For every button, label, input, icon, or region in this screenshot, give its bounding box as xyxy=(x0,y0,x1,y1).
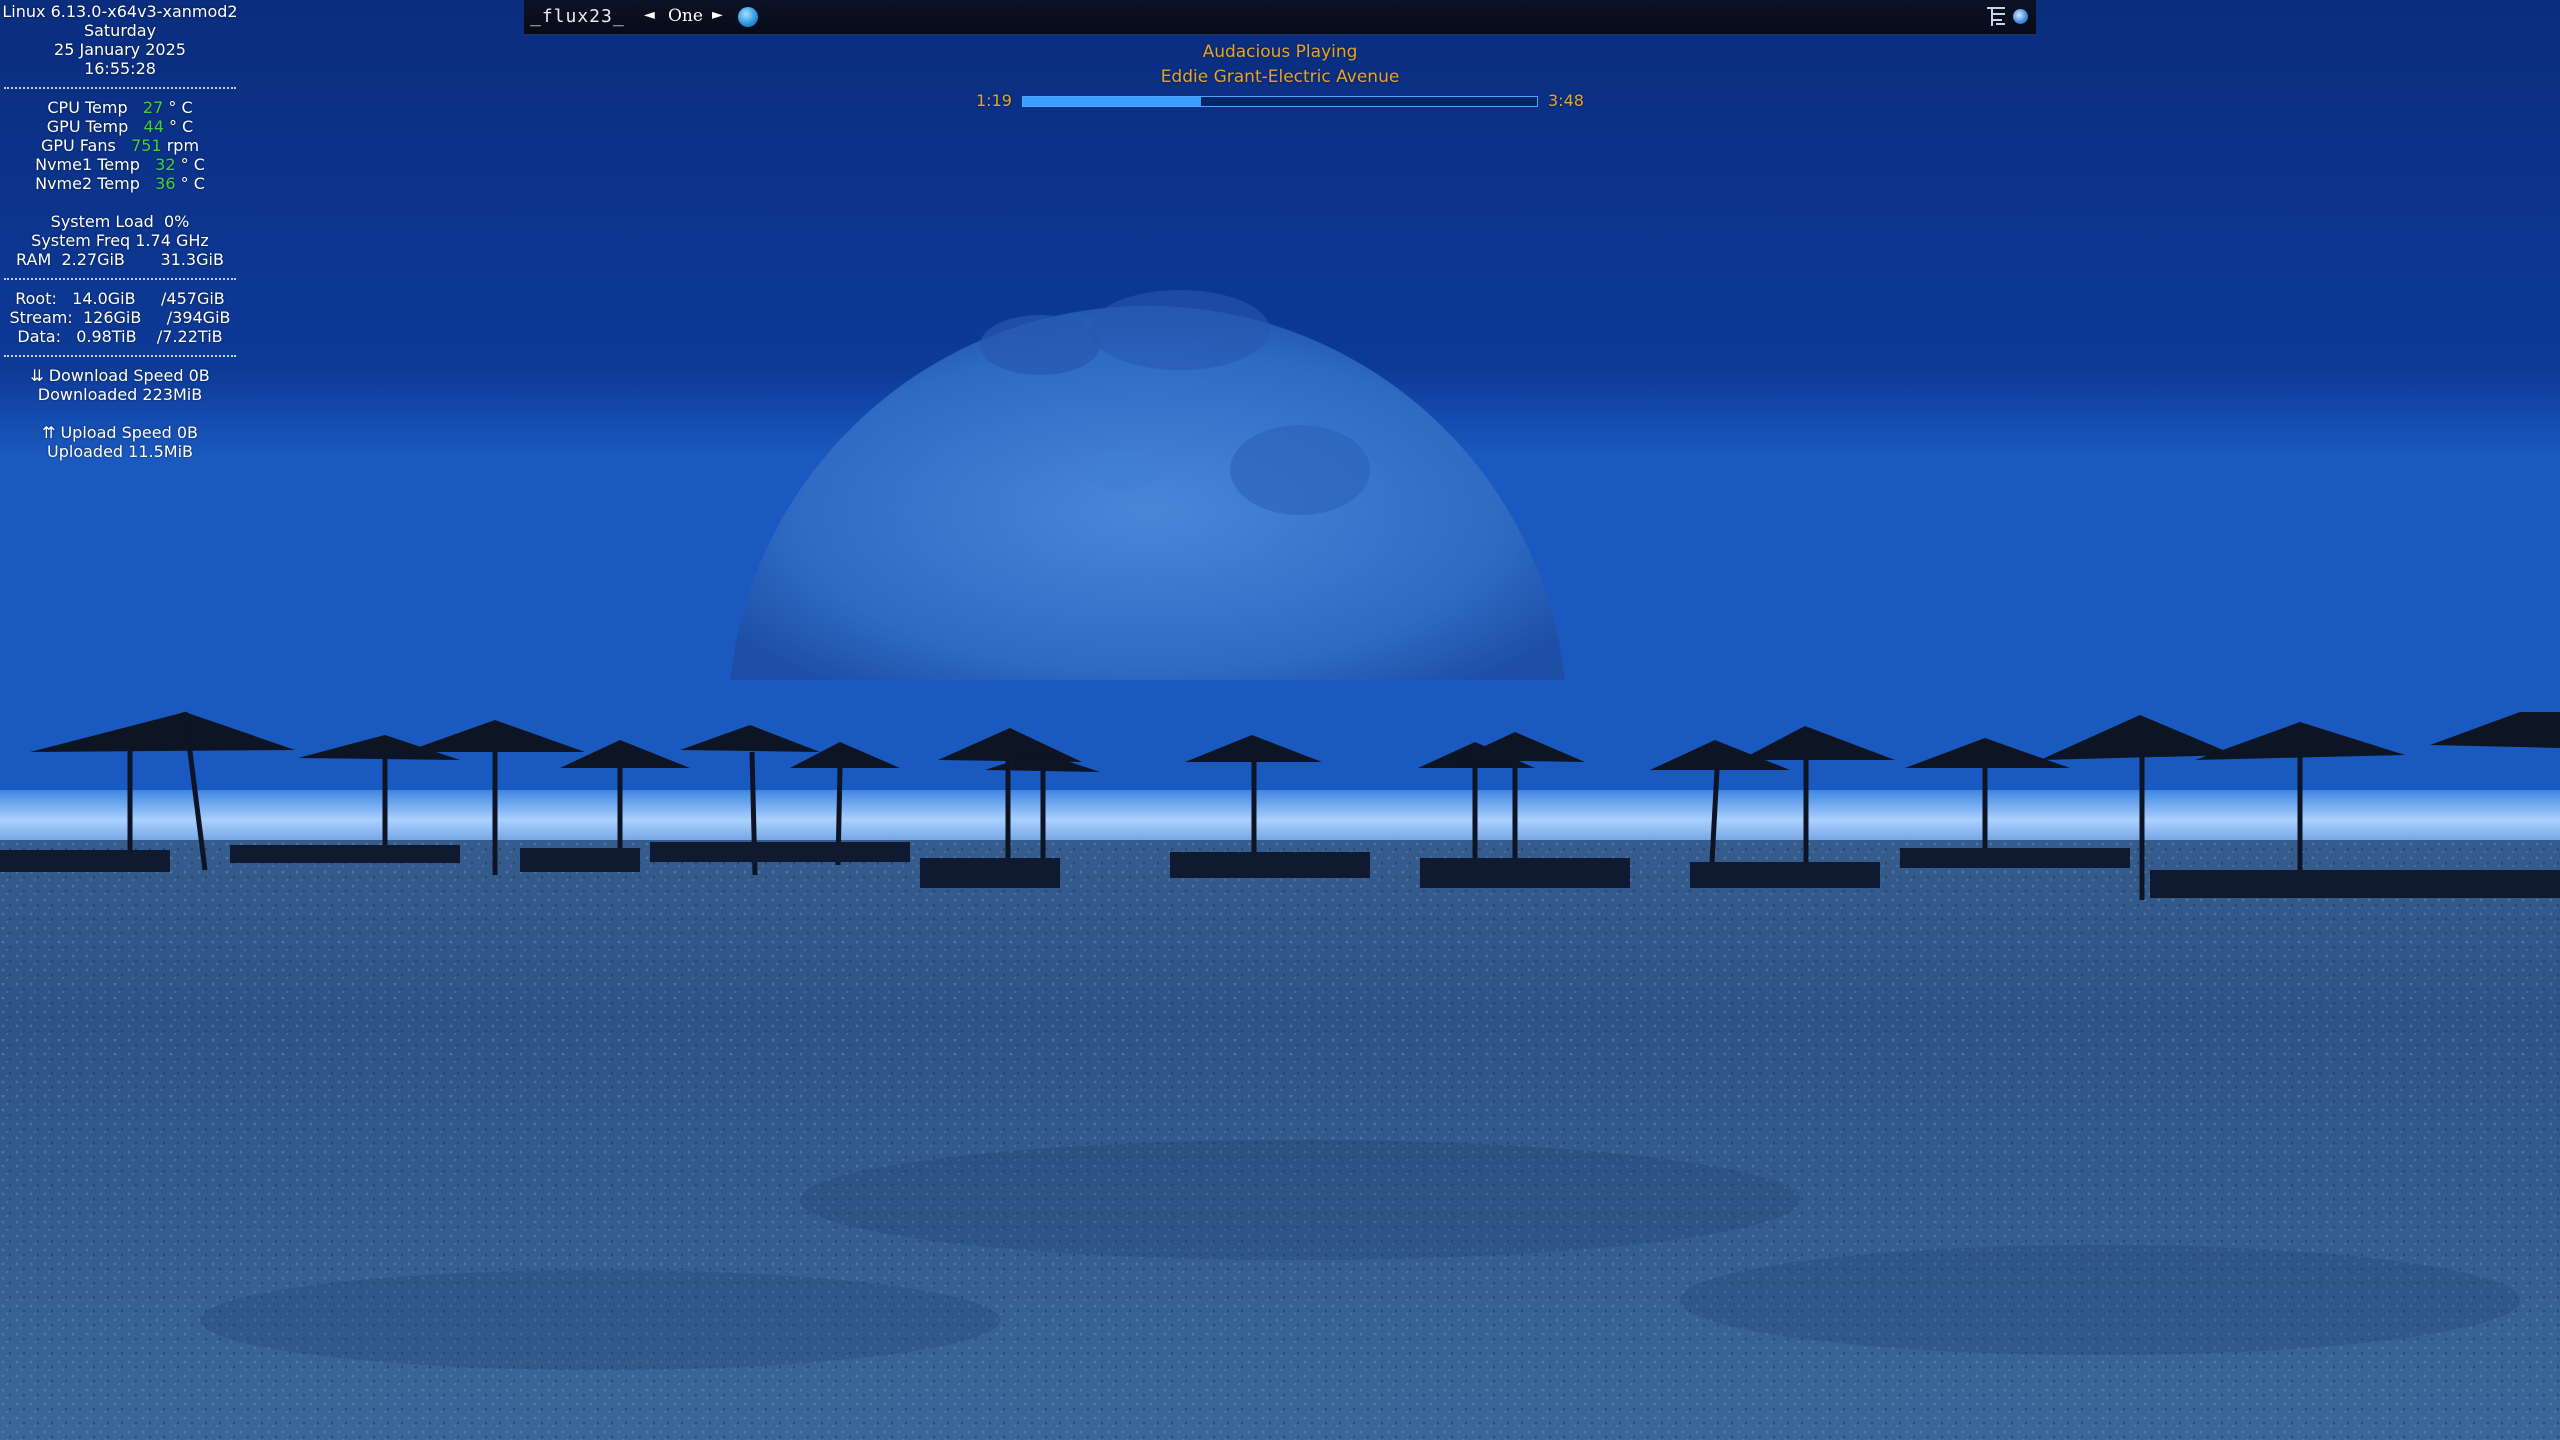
progress-fill xyxy=(1023,97,1201,106)
disk-root: Root: 14.0GiB /457GiB xyxy=(15,289,225,308)
gpu-temp-row: GPU Temp 44 ° C xyxy=(0,117,240,136)
conky-system-monitor: Linux 6.13.0-x64v3-xanmod2 Saturday 25 J… xyxy=(0,2,240,461)
desktop: Linux 6.13.0-x64v3-xanmod2 Saturday 25 J… xyxy=(0,0,2560,1440)
gpu-temp-value: 44 xyxy=(143,117,164,136)
system-freq: System Freq 1.74 GHz xyxy=(31,231,209,250)
disk-data: Data: 0.98TiB /7.22TiB xyxy=(17,327,223,346)
total-time: 3:48 xyxy=(1548,91,1584,110)
gpu-fans-row: GPU Fans 751 rpm xyxy=(0,136,240,155)
gpu-temp-label: GPU Temp xyxy=(46,117,129,136)
upload-speed: ⇈ Upload Speed 0B xyxy=(41,423,199,442)
prev-workspace-button[interactable]: ◄ xyxy=(644,7,655,23)
system-load: System Load 0% xyxy=(50,212,190,231)
nvme2-temp-value: 36 xyxy=(155,174,176,193)
cpu-temp-value: 27 xyxy=(142,98,164,117)
nvme1-temp-row: Nvme1 Temp 32 ° C xyxy=(0,155,240,174)
progress-bar[interactable] xyxy=(1022,96,1538,107)
elapsed-time: 1:19 xyxy=(976,91,1012,110)
nvme1-temp-unit: ° C xyxy=(180,155,205,174)
gpu-fans-value: 751 xyxy=(131,136,162,155)
date: 25 January 2025 xyxy=(54,40,186,59)
gpu-temp-unit: ° C xyxy=(168,117,194,136)
network-icon[interactable] xyxy=(2013,9,2028,24)
wallpaper-moonlit-beach xyxy=(0,0,2560,1440)
browser-icon[interactable] xyxy=(738,7,758,27)
nvme1-temp-value: 32 xyxy=(155,155,176,174)
cpu-temp-row: CPU Temp 27 ° C xyxy=(0,98,240,117)
separator xyxy=(4,278,236,280)
separator xyxy=(4,355,236,357)
weekday: Saturday xyxy=(83,21,157,40)
nvme2-temp-label: Nvme2 Temp xyxy=(35,174,140,193)
separator xyxy=(4,87,236,89)
disk-stream: Stream: 126GiB /394GiB xyxy=(9,308,231,327)
player-status: Audacious Playing xyxy=(1202,42,1358,62)
cpu-temp-label: CPU Temp xyxy=(47,98,128,117)
next-workspace-button[interactable]: ► xyxy=(712,7,723,23)
workspace-label[interactable]: One xyxy=(668,6,703,26)
gpu-fans-label: GPU Fans xyxy=(40,136,116,155)
menu-tree-icon[interactable] xyxy=(1984,4,2008,28)
ram-usage: RAM 2.27GiB 31.3GiB xyxy=(16,250,224,269)
cpu-temp-unit: ° C xyxy=(168,98,193,117)
nvme1-temp-label: Nvme1 Temp xyxy=(35,155,140,174)
nvme2-temp-unit: ° C xyxy=(180,174,205,193)
kernel-version: Linux 6.13.0-x64v3-xanmod2 xyxy=(2,2,238,21)
media-player-widget: Audacious Playing Eddie Grant-Electric A… xyxy=(970,40,1590,110)
track-title: Eddie Grant-Electric Avenue xyxy=(1160,67,1400,87)
workspace-name: _flux23_ xyxy=(530,6,625,27)
gpu-fans-unit: rpm xyxy=(166,136,200,155)
downloaded-total: Downloaded 223MiB xyxy=(37,385,203,404)
uploaded-total: Uploaded 11.5MiB xyxy=(47,442,193,461)
clock-time: 16:55:28 xyxy=(84,59,156,78)
download-speed: ⇊ Download Speed 0B xyxy=(30,366,210,385)
top-panel: _flux23_ ◄ One ► xyxy=(524,0,2036,35)
nvme2-temp-row: Nvme2 Temp 36 ° C xyxy=(0,174,240,193)
